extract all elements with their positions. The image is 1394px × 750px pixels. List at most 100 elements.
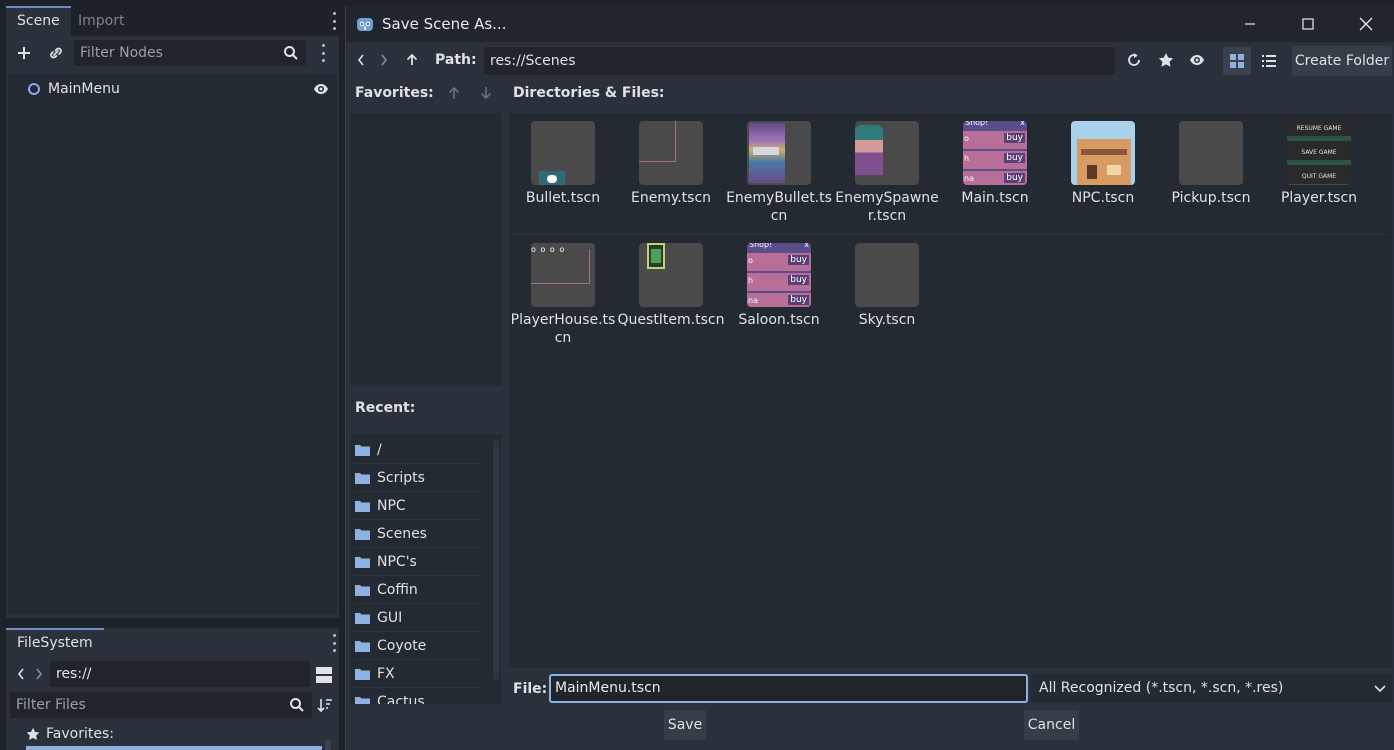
recent-item[interactable]: Scenes xyxy=(355,520,479,548)
list-view-icon[interactable] xyxy=(1262,54,1276,68)
refresh-icon[interactable] xyxy=(1126,52,1142,68)
fs-dock-menu-icon[interactable] xyxy=(329,634,339,652)
file-item[interactable]: QuestItem.tscn xyxy=(617,235,725,347)
fs-path-input[interactable]: res:// xyxy=(50,661,310,687)
tab-scene[interactable]: Scene xyxy=(6,6,71,36)
fs-favorites-label: Favorites: xyxy=(46,726,114,742)
directories-files-heading: Directories & Files: xyxy=(513,85,665,101)
file-item[interactable]: EnemyBullet.tscn xyxy=(725,113,833,225)
tree-row-mainmenu[interactable]: MainMenu xyxy=(8,76,337,102)
file-item[interactable]: EnemySpawner.tscn xyxy=(833,113,941,225)
dock-menu-icon[interactable] xyxy=(329,12,339,30)
forward-arrow-icon[interactable] xyxy=(379,53,389,67)
visibility-eye-icon[interactable] xyxy=(313,82,329,96)
filter-nodes-input[interactable]: Filter Nodes xyxy=(74,40,306,66)
file-type-select[interactable]: All Recognized (*.tscn, *.scn, *.res) xyxy=(1031,674,1392,703)
fs-favorites-row[interactable]: Favorites: xyxy=(26,723,114,745)
file-name-input[interactable]: MainMenu.tscn xyxy=(549,674,1028,703)
filesystem-panel: FileSystem res:// Filter Files Favorites… xyxy=(6,628,339,750)
parent-folder-icon[interactable] xyxy=(405,53,419,67)
scene-thumbnail-icon xyxy=(639,243,703,307)
recent-item[interactable]: Scripts xyxy=(355,464,479,492)
maximize-button[interactable] xyxy=(1279,6,1337,42)
fs-selection-hint xyxy=(26,746,322,750)
file-name-label: EnemyBullet.tscn xyxy=(726,190,832,224)
folder-icon xyxy=(355,500,370,512)
favorites-list[interactable] xyxy=(351,113,501,386)
folder-icon xyxy=(355,640,370,652)
back-arrow-icon[interactable] xyxy=(356,53,366,67)
folder-icon xyxy=(355,472,370,484)
filter-files-input[interactable]: Filter Files xyxy=(10,692,312,718)
file-type-value: All Recognized (*.tscn, *.scn, *.res) xyxy=(1039,680,1284,696)
recent-item[interactable]: NPC xyxy=(355,492,479,520)
fs-scrollbar[interactable] xyxy=(325,740,331,750)
maximize-icon xyxy=(1302,18,1314,30)
file-name-label: Saloon.tscn xyxy=(738,312,820,328)
scene-thumbnail-icon xyxy=(531,121,595,185)
file-name-label: QuestItem.tscn xyxy=(617,312,725,328)
scene-thumbnail-icon xyxy=(639,121,703,185)
dialog-title: Save Scene As... xyxy=(382,15,507,33)
file-item[interactable]: Pickup.tscn xyxy=(1157,113,1265,225)
split-mode-icon[interactable] xyxy=(316,667,332,683)
file-item[interactable]: Bullet.tscn xyxy=(509,113,617,225)
recent-item-label: Scenes xyxy=(377,525,427,542)
file-item[interactable]: Shop! x o buy h buy na buy Saloon.tscn xyxy=(725,235,833,347)
recent-scrollbar[interactable] xyxy=(493,440,499,680)
scene-thumbnail-icon xyxy=(1071,121,1135,185)
search-icon xyxy=(284,46,298,60)
recent-item-label: NPC's xyxy=(377,553,417,570)
file-name-label: NPC.tscn xyxy=(1071,190,1135,206)
thumbnail-view-button[interactable] xyxy=(1223,47,1251,75)
file-item[interactable]: Shop! x o buy h buy na buy Main.tscn xyxy=(941,113,1049,225)
path-input[interactable]: res://Scenes xyxy=(484,47,1115,75)
recent-item-label: Coffin xyxy=(377,581,418,598)
favorite-star-icon[interactable] xyxy=(1158,52,1174,68)
add-node-button[interactable] xyxy=(11,40,37,66)
move-down-arrow-icon[interactable] xyxy=(480,86,492,100)
instance-scene-button[interactable] xyxy=(43,40,69,66)
show-hidden-eye-icon[interactable] xyxy=(1189,53,1205,67)
recent-item[interactable]: Coffin xyxy=(355,576,479,604)
sort-icon[interactable] xyxy=(317,697,333,713)
folder-icon xyxy=(355,444,370,456)
recent-list[interactable]: / Scripts NPC Scenes NPC's Coffin GUI Coyote FX C… xyxy=(351,434,501,704)
back-arrow-icon[interactable] xyxy=(16,667,26,681)
file-name-label: Sky.tscn xyxy=(858,312,916,328)
tab-import[interactable]: Import xyxy=(67,6,135,36)
cancel-button[interactable]: Cancel xyxy=(1024,710,1079,740)
move-up-arrow-icon[interactable] xyxy=(448,86,460,100)
recent-item[interactable]: NPC's xyxy=(355,548,479,576)
recent-item-label: NPC xyxy=(377,497,406,514)
folder-icon xyxy=(355,528,370,540)
dialog-titlebar[interactable]: Save Scene As... xyxy=(346,6,1394,42)
minimize-icon xyxy=(1245,23,1255,25)
files-grid: Bullet.tscn Enemy.tscn EnemyBullet.tscn Ene… xyxy=(509,113,1392,668)
link-icon xyxy=(50,47,62,59)
filter-search-icon-wrap xyxy=(278,40,304,66)
recent-item[interactable]: Coyote xyxy=(355,632,479,660)
file-item[interactable]: Enemy.tscn xyxy=(617,113,725,225)
tab-filesystem[interactable]: FileSystem xyxy=(6,628,104,656)
recent-item[interactable]: FX xyxy=(355,660,479,688)
file-item[interactable]: RESUME GAME SAVE GAME QUIT GAME Player.tscn xyxy=(1265,113,1373,225)
recent-item[interactable]: GUI xyxy=(355,604,479,632)
recent-item-label: Scripts xyxy=(377,469,425,486)
minimize-button[interactable] xyxy=(1221,6,1279,42)
recent-item-label: Cactus xyxy=(377,693,425,705)
file-name-label: Player.tscn xyxy=(1280,190,1358,206)
folder-icon xyxy=(355,668,370,680)
recent-item[interactable]: Cactus xyxy=(355,688,479,704)
scene-thumbnail-icon: Shop! x o buy h buy na buy xyxy=(747,243,811,307)
file-item[interactable]: NPC.tscn xyxy=(1049,113,1157,225)
recent-item-label: FX xyxy=(377,665,395,682)
scene-options-icon[interactable] xyxy=(318,44,328,62)
file-item[interactable]: Sky.tscn xyxy=(833,235,941,347)
save-button[interactable]: Save xyxy=(664,710,706,740)
recent-item[interactable]: / xyxy=(355,436,479,464)
file-item[interactable]: o o o o PlayerHouse.tscn xyxy=(509,235,617,347)
create-folder-button[interactable]: Create Folder xyxy=(1292,46,1392,76)
close-button[interactable] xyxy=(1337,6,1394,42)
forward-arrow-icon[interactable] xyxy=(34,667,44,681)
